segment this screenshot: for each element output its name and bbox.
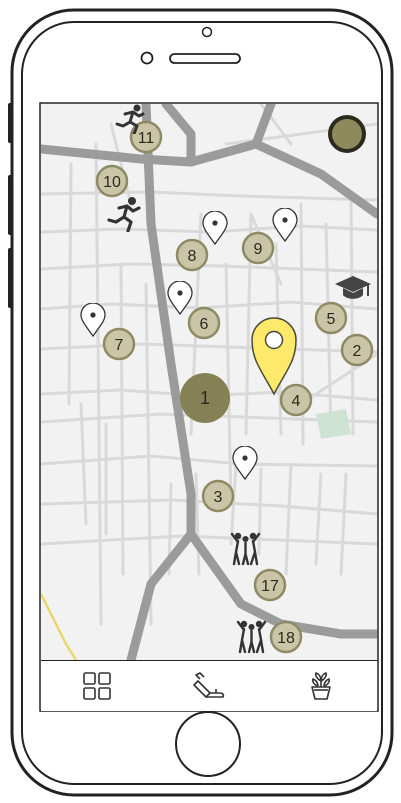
svg-text:8: 8	[188, 248, 197, 265]
grid-icon	[83, 672, 111, 700]
people-group-icon[interactable]	[235, 618, 269, 654]
poi-marker-3[interactable]: 3	[201, 479, 235, 513]
cluster-label: 1	[200, 388, 210, 408]
bottom-tab-bar	[41, 660, 377, 711]
svg-text:17: 17	[261, 578, 279, 595]
tab-watering[interactable]	[153, 661, 265, 711]
tab-plants[interactable]	[265, 661, 377, 711]
svg-text:18: 18	[277, 630, 295, 647]
selected-location-pin[interactable]	[250, 316, 298, 398]
people-group-icon[interactable]	[229, 530, 263, 566]
location-pin-icon[interactable]	[79, 303, 107, 339]
svg-text:3: 3	[214, 489, 223, 506]
runner-icon[interactable]	[113, 104, 149, 134]
location-pin-icon[interactable]	[201, 211, 229, 247]
watering-can-icon	[193, 672, 225, 698]
runner-icon[interactable]	[105, 196, 145, 232]
location-pin-icon[interactable]	[231, 446, 259, 482]
poi-marker-17[interactable]: 17	[253, 568, 287, 602]
poi-marker-18[interactable]: 18	[269, 620, 303, 654]
tab-dashboard[interactable]	[41, 661, 153, 711]
svg-text:9: 9	[254, 241, 263, 258]
svg-text:5: 5	[327, 311, 336, 328]
graduation-cap-icon[interactable]	[333, 274, 373, 304]
park-area	[316, 409, 351, 439]
svg-text:2: 2	[353, 343, 362, 360]
poi-marker-5[interactable]: 5	[314, 301, 348, 335]
poi-marker-2[interactable]: 2	[340, 333, 374, 367]
svg-text:7: 7	[115, 337, 124, 354]
map-view[interactable]: 1 11 10 8 9 6 7 5 2 4 3 17 18	[41, 104, 377, 660]
poi-marker-7[interactable]: 7	[102, 327, 136, 361]
location-pin-icon[interactable]	[271, 208, 299, 244]
poi-marker-10[interactable]: 10	[95, 164, 129, 198]
poi-marker-9[interactable]: 9	[241, 231, 275, 265]
potted-plant-icon	[311, 672, 331, 700]
user-location-button[interactable]	[327, 114, 371, 158]
cluster-marker[interactable]: 1	[179, 372, 235, 428]
location-pin-icon[interactable]	[166, 281, 194, 317]
svg-text:6: 6	[200, 316, 209, 333]
svg-text:10: 10	[103, 174, 121, 191]
